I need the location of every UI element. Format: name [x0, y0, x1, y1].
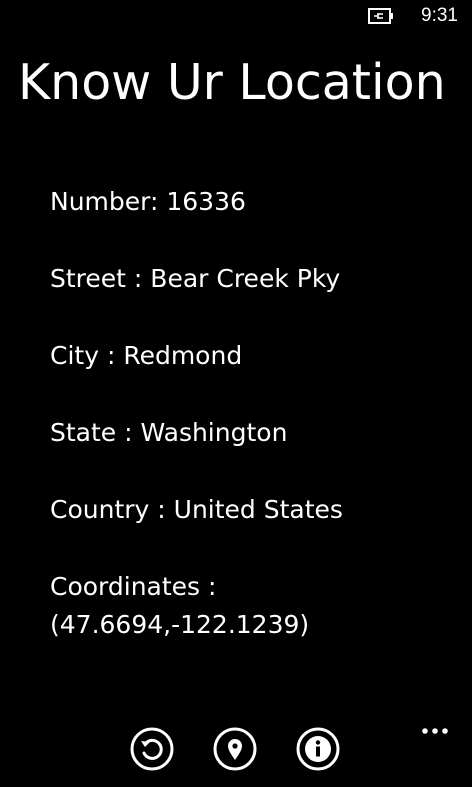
- country-row: Country : United States: [50, 491, 450, 529]
- coordinates-row: Coordinates : (47.6694,-122.1239): [50, 568, 450, 644]
- city-row: City : Redmond: [50, 337, 450, 375]
- country-label: Country :: [50, 495, 166, 524]
- status-time: 9:31: [421, 5, 458, 26]
- state-value: Washington: [140, 418, 288, 447]
- battery-charging-icon: [368, 8, 393, 24]
- coordinates-value: (47.6694,-122.1239): [50, 610, 310, 639]
- city-value: Redmond: [123, 341, 243, 370]
- number-label: Number:: [50, 187, 159, 216]
- location-button[interactable]: [213, 727, 257, 771]
- state-label: State :: [50, 418, 133, 447]
- number-value: 16336: [166, 187, 246, 216]
- more-ellipsis-icon: [422, 728, 448, 734]
- info-button[interactable]: [296, 727, 340, 771]
- number-row: Number: 16336: [50, 183, 450, 221]
- street-value: Bear Creek Pky: [150, 264, 341, 293]
- state-row: State : Washington: [50, 414, 450, 452]
- app-title: Know Ur Location: [18, 54, 446, 111]
- info-icon: [296, 727, 340, 771]
- country-value: United States: [173, 495, 343, 524]
- app-bar: [0, 724, 472, 784]
- refresh-button[interactable]: [130, 727, 174, 771]
- city-label: City :: [50, 341, 116, 370]
- more-button[interactable]: [418, 724, 452, 740]
- refresh-icon: [130, 727, 174, 771]
- street-label: Street :: [50, 264, 143, 293]
- street-row: Street : Bear Creek Pky: [50, 260, 450, 298]
- location-details: Number: 16336 Street : Bear Creek Pky Ci…: [50, 183, 450, 644]
- coordinates-label: Coordinates :: [50, 572, 217, 601]
- map-pin-icon: [213, 727, 257, 771]
- status-bar: 9:31: [0, 0, 472, 34]
